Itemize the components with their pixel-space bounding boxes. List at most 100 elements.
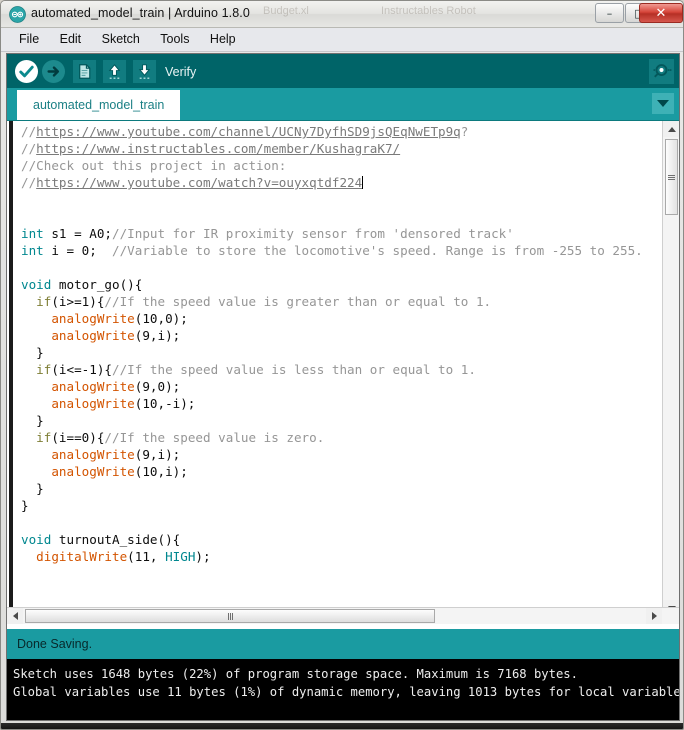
tab-automated-model-train[interactable]: automated_model_train (17, 90, 181, 120)
code-token: } (21, 481, 44, 496)
close-button[interactable]: ✕ (639, 3, 683, 23)
grip-icon (668, 174, 675, 180)
tab-label: automated_model_train (33, 98, 165, 112)
code-token: void (21, 277, 52, 292)
code-token: (9,i); (134, 447, 181, 462)
code-token: //Input for IR proximity sensor from 'de… (112, 226, 514, 241)
arrow-right-icon (47, 66, 60, 77)
menu-item-sketch[interactable]: Sketch (94, 28, 148, 50)
code-token: analogWrite (21, 311, 135, 326)
arduino-logo-icon (9, 6, 26, 23)
arrow-up-icon (108, 64, 121, 79)
code-token: // (21, 124, 37, 139)
code-line: analogWrite(10,0); (21, 310, 661, 327)
magnifier-icon (653, 64, 672, 78)
menu-item-file[interactable]: File (11, 28, 47, 50)
code-token: } (21, 413, 44, 428)
code-token: analogWrite (21, 396, 135, 411)
scroll-right-button[interactable] (646, 608, 662, 624)
menu-item-tools[interactable]: Tools (152, 28, 197, 50)
ghost-window-label-1: Budget.xl (263, 5, 309, 17)
code-line: void motor_go(){ (21, 276, 661, 293)
code-text[interactable]: //https://www.youtube.com/channel/UCNy7D… (21, 123, 661, 601)
code-line: //https://www.instructables.com/member/K… (21, 140, 661, 157)
code-line: //https://www.youtube.com/watch?v=ouyxqt… (21, 174, 661, 191)
code-line: int i = 0; //Variable to store the locom… (21, 242, 661, 259)
code-token: //If the speed value is less than or equ… (112, 362, 476, 377)
window-title: automated_model_train | Arduino 1.8.0 (31, 6, 250, 20)
menu-item-edit[interactable]: Edit (52, 28, 90, 50)
scroll-up-button[interactable] (663, 121, 679, 137)
grip-icon (227, 612, 233, 620)
triangle-up-icon (667, 126, 676, 132)
code-line: analogWrite(9,i); (21, 446, 661, 463)
minimize-button[interactable]: – (595, 3, 624, 23)
editor-gutter (7, 121, 16, 615)
code-token: (i==0){ (51, 430, 105, 445)
code-line: } (21, 412, 661, 429)
code-token: (10,i); (134, 464, 188, 479)
editor-horizontal-scrollbar[interactable] (7, 607, 679, 624)
toolbar: Verify (7, 54, 679, 88)
code-token: (9,i); (134, 328, 181, 343)
arrow-down-icon (138, 64, 151, 79)
status-message: Done Saving. (7, 629, 679, 659)
vertical-scroll-thumb[interactable] (665, 139, 678, 215)
close-icon: ✕ (655, 5, 667, 21)
code-token: digitalWrite (21, 549, 128, 564)
open-sketch-button[interactable] (103, 60, 126, 83)
toolbar-tooltip-label: Verify (165, 65, 197, 79)
triangle-right-icon (651, 612, 657, 620)
code-token: int (21, 243, 44, 258)
code-token: //Check out this project in action: (21, 158, 287, 173)
code-token: if (21, 294, 52, 309)
code-token: turnoutA_side(){ (51, 532, 181, 547)
code-token: motor_go(){ (51, 277, 143, 292)
code-line: } (21, 497, 661, 514)
new-sketch-button[interactable] (73, 60, 96, 83)
verify-button[interactable] (15, 60, 38, 83)
code-token: https://www.youtube.com/channel/UCNy7Dyf… (36, 124, 461, 139)
menu-bar: File Edit Sketch Tools Help (1, 28, 683, 52)
checkmark-icon (19, 65, 34, 78)
code-token: HIGH (165, 549, 196, 564)
title-bar: Budget.xl Instructables Robot automated_… (1, 1, 683, 28)
code-line: //https://www.youtube.com/channel/UCNy7D… (21, 123, 661, 140)
code-line: //Check out this project in action: (21, 157, 661, 174)
code-token: analogWrite (21, 328, 135, 343)
code-token: (10,-i); (134, 396, 196, 411)
horizontal-scroll-thumb[interactable] (25, 609, 435, 623)
triangle-left-icon (12, 612, 18, 620)
code-token: } (21, 345, 44, 360)
minimize-icon: – (606, 6, 613, 20)
menu-item-help[interactable]: Help (202, 28, 244, 50)
console-output[interactable]: Sketch uses 1648 bytes (22%) of program … (7, 659, 679, 720)
code-token: //If the speed value is zero. (104, 430, 325, 445)
code-editor[interactable]: //https://www.youtube.com/channel/UCNy7D… (7, 120, 679, 616)
code-token: https://www.instructables.com/member/Kus… (36, 141, 401, 156)
editor-vertical-scrollbar[interactable] (662, 121, 679, 616)
save-sketch-button[interactable] (133, 60, 156, 83)
code-token (362, 176, 364, 189)
code-token: (9,0); (134, 379, 181, 394)
code-line: analogWrite(9,i); (21, 327, 661, 344)
code-line: if(i==0){//If the speed value is zero. (21, 429, 661, 446)
code-token: analogWrite (21, 464, 135, 479)
code-token: int (21, 226, 44, 241)
app-body: Verify automated_model_train //https://w… (6, 53, 680, 721)
code-token: (11, (127, 549, 166, 564)
code-line: if(i>=1){//If the speed value is greater… (21, 293, 661, 310)
upload-button[interactable] (42, 60, 65, 83)
code-token: i = 0; (43, 243, 112, 258)
tab-menu-button[interactable] (652, 93, 674, 114)
scroll-left-button[interactable] (7, 608, 23, 624)
code-line: } (21, 480, 661, 497)
code-token: s1 = A0; (43, 226, 112, 241)
code-token: (i>=1){ (51, 294, 105, 309)
code-token: analogWrite (21, 379, 135, 394)
tab-bar: automated_model_train (7, 88, 679, 120)
console-line: Global variables use 11 bytes (1%) of dy… (13, 685, 679, 699)
serial-monitor-button[interactable] (649, 59, 674, 84)
taskbar-sliver (1, 723, 683, 729)
